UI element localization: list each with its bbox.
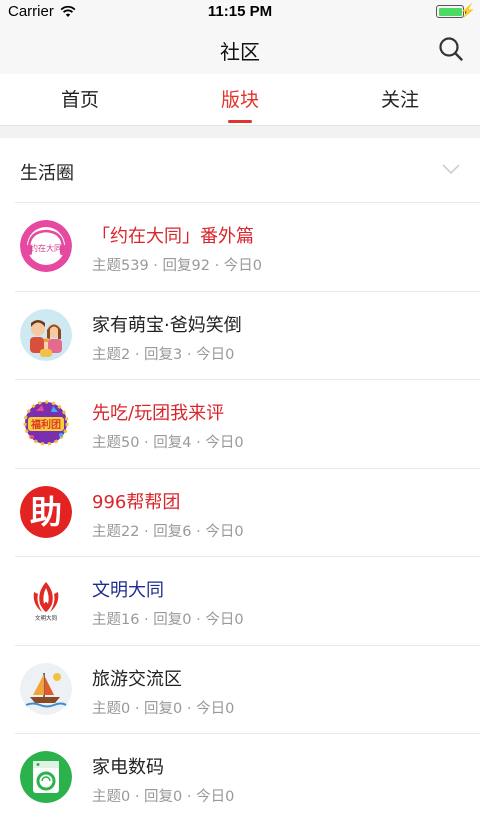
svg-text:约在大同: 约在大同 [30, 243, 62, 253]
tab-forums[interactable]: 版块 [160, 74, 320, 126]
forum-stats: 主题2 · 回复3 · 今日0 [92, 346, 235, 363]
wenming-datong-logo-icon: 文明大同 [20, 574, 72, 626]
forum-name: 家电数码 [92, 757, 164, 778]
tab-bar: 首页 版块 关注 [0, 74, 480, 126]
forum-name: 996帮帮团 [92, 491, 181, 513]
forum-stats: 主题16 · 回复0 · 今日0 [92, 612, 244, 628]
chevron-down-icon [442, 164, 460, 175]
charging-icon: ⚡ [459, 3, 476, 18]
tab-home[interactable]: 首页 [0, 74, 160, 126]
sailboat-icon [20, 662, 72, 715]
section-title: 生活圈 [20, 163, 74, 184]
section-header[interactable]: 生活圈 [0, 138, 480, 202]
forum-stats: 主题22 · 回复6 · 今日0 [92, 523, 244, 540]
forum-name: 旅游交流区 [92, 668, 182, 690]
forum-name: 文明大同 [92, 580, 164, 601]
svg-text:助: 助 [30, 493, 62, 531]
section-spacer [0, 126, 480, 138]
tab-label: 版块 [220, 89, 259, 111]
washing-machine-icon [20, 751, 72, 803]
search-icon[interactable] [438, 36, 464, 62]
yuezai-datong-logo-icon: 约在大同 [20, 220, 72, 272]
status-bar: Carrier 11:15 PM ⚡ [0, 0, 480, 24]
tab-label: 首页 [60, 89, 99, 111]
forum-stats: 主题50 · 回复4 · 今日0 [92, 435, 244, 451]
tab-following[interactable]: 关注 [320, 74, 480, 126]
navigation-bar: 社区 [0, 24, 480, 74]
forum-stats: 主题0 · 回复0 · 今日0 [92, 700, 235, 717]
fuli-tuan-badge-icon: 福利团 [20, 397, 72, 449]
forum-row[interactable]: 家电数码 主题0 · 回复0 · 今日0 [0, 733, 480, 822]
forum-row[interactable]: 约在大同 「约在大同」番外篇 主题539 · 回复92 · 今日0 [0, 202, 480, 291]
active-tab-indicator [228, 120, 252, 123]
page-title: 社区 [220, 40, 260, 64]
forum-row[interactable]: 福利团 先吃/玩团我来评 主题50 · 回复4 · 今日0 [0, 379, 480, 468]
forum-row[interactable]: 家有萌宝·爸妈笑倒 主题2 · 回复3 · 今日0 [0, 290, 480, 379]
forum-name: 「约在大同」番外篇 [92, 226, 254, 247]
clock: 11:15 PM [207, 3, 273, 20]
forum-name: 家有萌宝·爸妈笑倒 [92, 314, 242, 336]
tab-label: 关注 [380, 89, 419, 111]
forum-stats: 主题539 · 回复92 · 今日0 [92, 258, 263, 274]
forum-stats: 主题0 · 回复0 · 今日0 [92, 789, 235, 805]
svg-text:福利团: 福利团 [30, 418, 61, 431]
forum-row[interactable]: 文明大同 文明大同 主题16 · 回复0 · 今日0 [0, 556, 480, 645]
forum-row[interactable]: 旅游交流区 主题0 · 回复0 · 今日0 [0, 644, 480, 733]
forum-list: 约在大同 「约在大同」番外篇 主题539 · 回复92 · 今日0 家有萌宝·爸… [0, 202, 480, 822]
svg-text:文明大同: 文明大同 [35, 614, 58, 622]
family-cartoon-icon [20, 308, 72, 361]
help-character-icon: 助 [20, 485, 72, 538]
forum-row[interactable]: 助 996帮帮团 主题22 · 回复6 · 今日0 [0, 467, 480, 556]
forum-name: 先吃/玩团我来评 [92, 403, 225, 424]
